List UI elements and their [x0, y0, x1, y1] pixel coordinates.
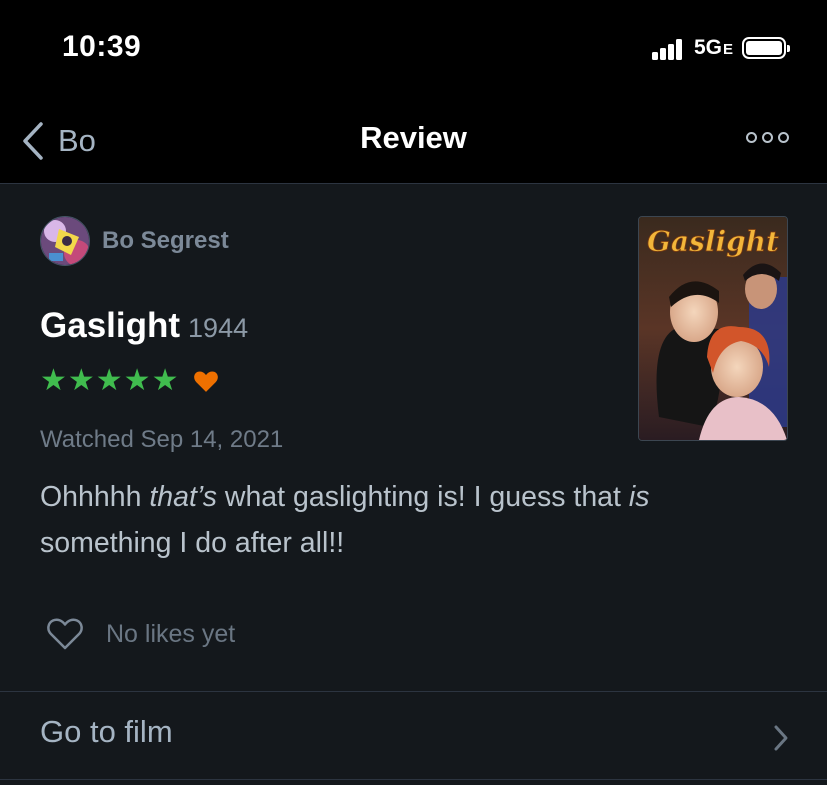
liked-heart-icon — [194, 371, 219, 392]
go-to-film-label: Go to film — [40, 714, 173, 749]
film-year: 1944 — [188, 313, 249, 343]
go-to-film-row[interactable]: Go to film — [0, 692, 827, 779]
chevron-right-icon — [774, 725, 788, 751]
star-rating: ★★★★★ — [40, 364, 180, 397]
status-bar: 10:39 5GE — [0, 0, 827, 100]
review-text-part: Ohhhhh — [40, 481, 150, 513]
navigation-bar: Bo Review — [0, 100, 827, 184]
divider — [0, 779, 827, 780]
watched-date: Watched Sep 14, 2021 — [40, 426, 284, 453]
film-poster[interactable]: Gaslight — [638, 216, 788, 441]
network-suffix: E — [723, 41, 734, 58]
avatar[interactable] — [40, 216, 90, 266]
more-options-icon[interactable] — [746, 132, 789, 143]
network-type: 5GE — [694, 36, 733, 60]
review-author[interactable]: Bo Segrest — [40, 216, 229, 266]
review-text-emphasis: that’s — [149, 481, 217, 513]
review-text: Ohhhhh that’s what gaslighting is! I gue… — [40, 474, 760, 566]
film-title[interactable]: Gaslight — [40, 306, 180, 345]
rating-row: ★★★★★ — [40, 366, 219, 396]
film-heading: Gaslight 1944 — [40, 306, 248, 346]
review-text-emphasis: is — [628, 481, 650, 513]
battery-icon — [742, 37, 790, 59]
poster-title: Gaslight — [647, 225, 779, 258]
review-text-part: what gaslighting is! I guess that — [216, 481, 629, 513]
review-text-part: something I do after all!! — [40, 527, 345, 559]
status-time: 10:39 — [62, 30, 142, 63]
network-label: 5G — [694, 36, 723, 59]
page-title: Review — [360, 120, 467, 155]
signal-strength-icon — [652, 38, 692, 60]
like-button[interactable]: No likes yet — [46, 617, 235, 651]
author-name[interactable]: Bo Segrest — [102, 227, 229, 255]
likes-count-label: No likes yet — [106, 619, 236, 648]
heart-outline-icon — [47, 618, 83, 650]
